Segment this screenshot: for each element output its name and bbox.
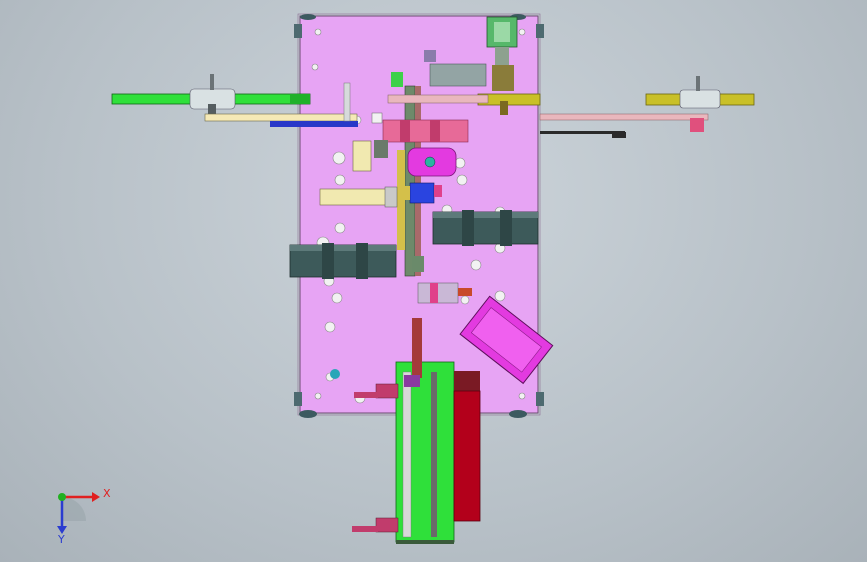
- magenta-cam-block[interactable]: [407, 147, 457, 177]
- assembly-model[interactable]: X Y: [0, 0, 867, 562]
- x-arrow-head: [92, 492, 100, 502]
- left-linear-guide[interactable]: [289, 243, 397, 279]
- 3d-graphics-viewport[interactable]: X Y: [0, 0, 867, 562]
- cyan-hole: [330, 369, 340, 379]
- z-axis-dot: [58, 493, 66, 501]
- x-axis-label: X: [103, 487, 111, 500]
- y-axis-label: Y: [57, 533, 65, 546]
- right-linear-guide[interactable]: [432, 210, 539, 246]
- coordinate-triad: X Y: [57, 487, 111, 546]
